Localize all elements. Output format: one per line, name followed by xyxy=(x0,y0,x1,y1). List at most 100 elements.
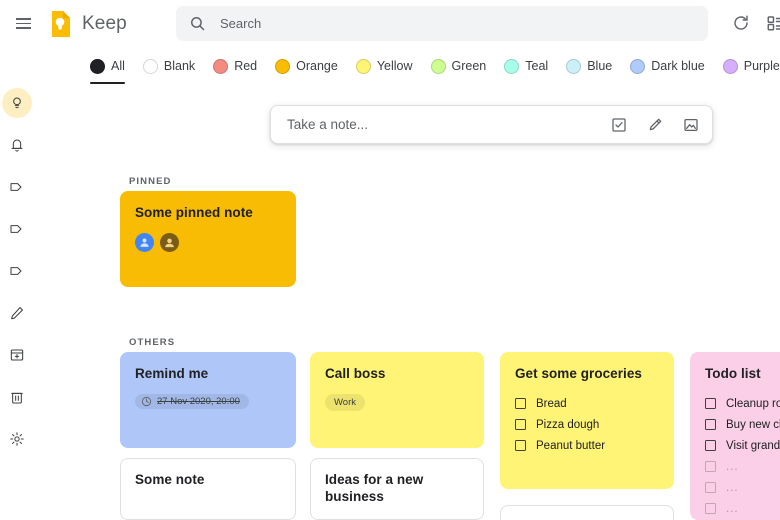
color-swatch xyxy=(355,58,371,74)
checkbox-icon[interactable] xyxy=(705,440,716,451)
color-swatch xyxy=(566,58,582,74)
checklist-item[interactable]: ... xyxy=(705,477,780,498)
color-filter-bar: All Blank Red Orange Yellow Green Teal Blue Dark… xyxy=(0,50,780,86)
rail-item-label-2[interactable] xyxy=(2,214,32,244)
note-card-partial[interactable]: Random thoughts xyxy=(500,505,674,520)
note-label-chip[interactable]: Work xyxy=(325,394,365,411)
checkbox-icon[interactable] xyxy=(515,419,526,430)
checklist-item[interactable]: Peanut butter xyxy=(515,435,659,456)
checkbox-icon[interactable] xyxy=(705,419,716,430)
checklist-item[interactable]: Pizza dough xyxy=(515,414,659,435)
color-swatch xyxy=(213,58,229,74)
keep-logo-icon[interactable] xyxy=(49,10,71,38)
checkbox-icon[interactable] xyxy=(515,440,526,451)
color-filter-label: All xyxy=(111,59,125,73)
gear-icon xyxy=(9,431,25,447)
search-icon xyxy=(189,15,206,32)
hamburger-menu-icon[interactable] xyxy=(6,7,40,41)
color-filter-label: Teal xyxy=(525,59,549,73)
note-title: Ideas for a new business xyxy=(325,472,424,504)
image-icon[interactable] xyxy=(676,110,706,140)
color-swatch xyxy=(504,58,520,74)
others-section-label: OTHERS xyxy=(129,337,176,348)
checklist-item[interactable]: Buy new clothes xyxy=(705,414,780,435)
checkbox-icon[interactable] xyxy=(604,110,634,140)
checkbox-icon[interactable] xyxy=(705,398,716,409)
list-view-icon[interactable] xyxy=(758,6,780,40)
take-a-note-placeholder[interactable]: Take a note... xyxy=(287,117,604,132)
checkbox-icon[interactable] xyxy=(515,398,526,409)
color-filter-teal[interactable]: Teal xyxy=(504,50,557,80)
note-card-call-boss[interactable]: Call boss Work xyxy=(310,352,484,448)
note-card-some-note[interactable]: Some note xyxy=(120,458,296,520)
clock-icon xyxy=(141,396,152,407)
collaborator-avatars xyxy=(135,233,281,252)
color-filter-orange[interactable]: Orange xyxy=(275,50,347,80)
checklist-item[interactable]: ... xyxy=(705,498,780,519)
color-filter-purple[interactable]: Purple xyxy=(722,50,780,80)
checkbox-icon[interactable] xyxy=(705,503,716,514)
checklist-item[interactable]: ... xyxy=(705,456,780,477)
note-card-ideas[interactable]: Ideas for a new business xyxy=(310,458,484,520)
face-avatar[interactable] xyxy=(160,233,179,252)
checklist-item-text: ... xyxy=(726,502,739,515)
reminder-text: 27 Nov 2020, 20:00 xyxy=(157,396,240,407)
rail-item-label-1[interactable] xyxy=(2,172,32,202)
color-filter-label: Orange xyxy=(296,59,338,73)
note-card-todo-list[interactable]: Todo list Cleanup room Buy new clothes Vis… xyxy=(690,352,780,520)
note-title: Call boss xyxy=(325,366,386,381)
hamburger-line xyxy=(15,18,31,20)
note-card-groceries[interactable]: Get some groceries Bread Pizza dough Peanu… xyxy=(500,352,674,489)
checklist-item-text: ... xyxy=(726,460,739,473)
color-filter-label: Dark blue xyxy=(651,59,705,73)
color-filter-label: Yellow xyxy=(376,59,413,73)
color-filter-label: Purple xyxy=(743,59,780,73)
take-a-note-bar[interactable]: Take a note... xyxy=(270,105,713,144)
rail-item-trash[interactable] xyxy=(2,382,32,412)
search-bar[interactable] xyxy=(176,6,708,41)
rail-item-reminders[interactable] xyxy=(2,130,32,160)
color-swatch xyxy=(722,58,738,74)
checkbox-icon[interactable] xyxy=(705,461,716,472)
color-filter-dark-blue[interactable]: Dark blue xyxy=(630,50,714,80)
color-swatch xyxy=(90,58,105,74)
rail-item-notes[interactable] xyxy=(2,88,32,118)
archive-icon xyxy=(9,347,25,363)
color-swatch xyxy=(630,58,646,74)
hamburger-line xyxy=(15,22,31,25)
checklist-item[interactable]: Visit grandma xyxy=(705,435,780,456)
pencil-icon xyxy=(9,305,25,321)
pinned-section-label: PINNED xyxy=(129,176,172,187)
brush-icon[interactable] xyxy=(640,110,670,140)
color-filter-blank[interactable]: Blank xyxy=(142,50,204,80)
color-filter-yellow[interactable]: Yellow xyxy=(355,50,422,80)
note-card-remind-me[interactable]: Remind me 27 Nov 2020, 20:00 xyxy=(120,352,296,448)
person-avatar[interactable] xyxy=(135,233,154,252)
label-tag-icon xyxy=(9,263,25,279)
color-filter-all[interactable]: All xyxy=(90,50,134,84)
color-swatch xyxy=(430,58,446,74)
note-title: Remind me xyxy=(135,366,209,381)
checklist-item-text: Buy new clothes xyxy=(726,418,780,431)
rail-item-label-3[interactable] xyxy=(2,256,32,286)
header-actions xyxy=(724,6,780,40)
color-filter-red[interactable]: Red xyxy=(213,50,266,80)
checklist-item[interactable]: Bread xyxy=(515,393,659,414)
color-filter-label: Green xyxy=(451,59,487,73)
rail-item-archive[interactable] xyxy=(2,340,32,370)
reminder-chip[interactable]: 27 Nov 2020, 20:00 xyxy=(135,394,249,409)
rail-item-settings[interactable] xyxy=(2,424,32,454)
color-filter-blue[interactable]: Blue xyxy=(566,50,621,80)
color-filter-green[interactable]: Green xyxy=(430,50,496,80)
note-title: Some pinned note xyxy=(135,205,253,220)
refresh-icon[interactable] xyxy=(724,6,758,40)
label-tag-icon xyxy=(9,179,25,195)
color-filter-label: Blank xyxy=(163,59,196,73)
rail-item-edit-labels[interactable] xyxy=(2,298,32,328)
note-card-pinned[interactable]: Some pinned note xyxy=(120,191,296,287)
checkbox-icon[interactable] xyxy=(705,482,716,493)
color-swatch xyxy=(142,58,158,74)
left-nav-rail xyxy=(0,88,34,454)
search-input[interactable] xyxy=(220,16,650,31)
checklist-item[interactable]: Cleanup room xyxy=(705,393,780,414)
